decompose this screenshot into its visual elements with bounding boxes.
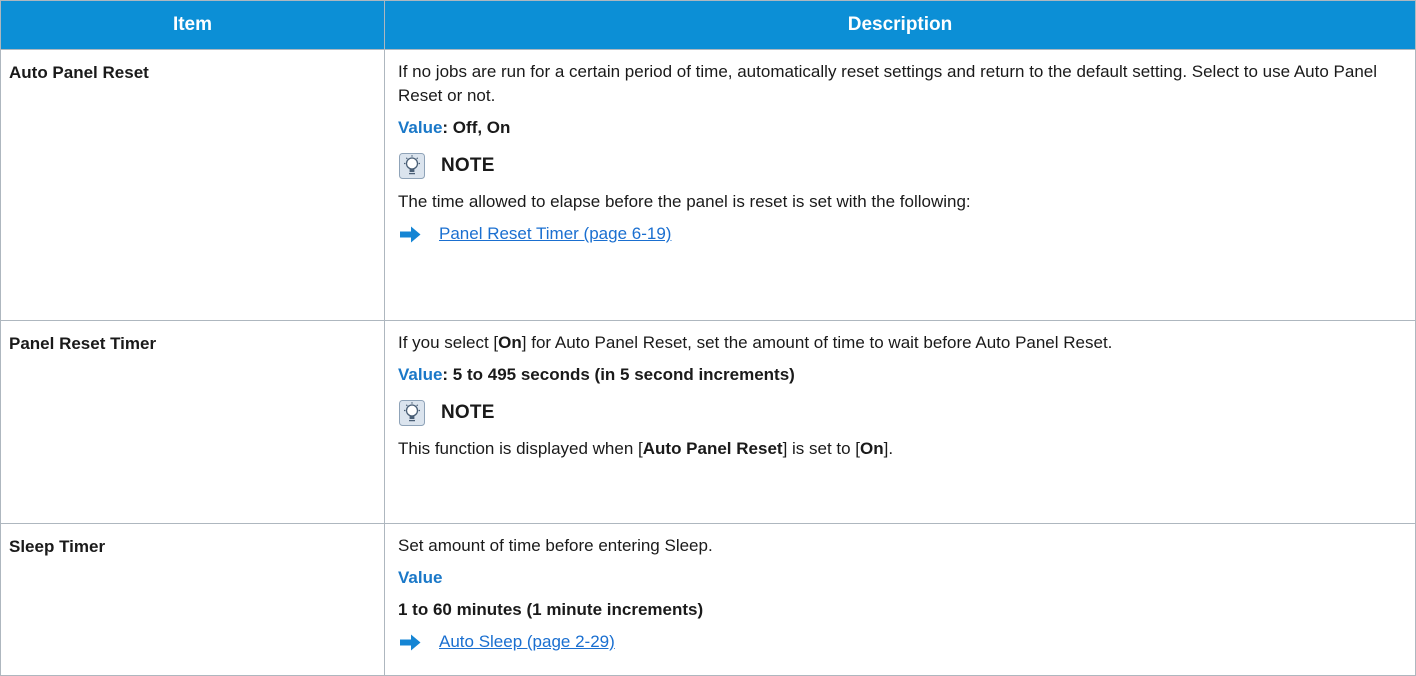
description-column-header: Description <box>384 0 1416 50</box>
note-title: NOTE <box>441 402 495 423</box>
lightbulb-note-icon <box>399 400 425 426</box>
auto-sleep-link[interactable]: Auto Sleep (page 2-29) <box>439 630 615 654</box>
description-cell: If no jobs are run for a certain period … <box>384 49 1416 321</box>
value-text: 1 to 60 minutes (1 minute increments) <box>398 600 704 619</box>
text-part: If you select [ <box>398 333 499 352</box>
table-row: Auto Panel Reset If no jobs are run for … <box>0 49 1416 321</box>
text-part: ] is set to [ <box>782 439 861 458</box>
lightbulb-note-icon <box>399 153 425 179</box>
description-text: If you select [On] for Auto Panel Reset,… <box>398 331 1385 355</box>
value-label: Value <box>398 118 443 137</box>
panel-reset-timer-link[interactable]: Panel Reset Timer (page 6-19) <box>439 222 671 246</box>
value-line: Value: 5 to 495 seconds (in 5 second inc… <box>398 363 1385 387</box>
item-name: Panel Reset Timer <box>0 320 385 524</box>
right-arrow-icon <box>400 634 421 650</box>
note-heading: NOTE <box>399 152 1385 180</box>
reference-line: Panel Reset Timer (page 6-19) <box>398 222 1385 246</box>
value-text: : 5 to 495 seconds (in 5 second incremen… <box>442 365 795 384</box>
value-label: Value <box>398 568 443 587</box>
reference-line: Auto Sleep (page 2-29) <box>398 630 1385 654</box>
item-name: Auto Panel Reset <box>0 49 385 321</box>
value-line: Value: Off, On <box>398 116 1385 140</box>
description-text: If no jobs are run for a certain period … <box>398 62 1378 105</box>
value-label: Value <box>398 365 443 384</box>
description-cell: If you select [On] for Auto Panel Reset,… <box>384 320 1416 524</box>
text-part-bold: On <box>860 439 884 458</box>
text-part: ]. <box>883 439 894 458</box>
value-heading: Value <box>398 566 1385 590</box>
item-name: Sleep Timer <box>0 523 385 676</box>
note-text: The time allowed to elapse before the pa… <box>398 192 971 211</box>
note-title: NOTE <box>441 155 495 176</box>
note-heading: NOTE <box>399 399 1385 427</box>
text-part: ] for Auto Panel Reset, set the amount o… <box>521 333 1113 352</box>
table-header-row: Item Description <box>0 0 1416 50</box>
note-text: This function is displayed when [Auto Pa… <box>398 437 1385 461</box>
text-part-bold: On <box>498 333 522 352</box>
right-arrow-icon <box>400 226 421 242</box>
text-part: This function is displayed when [ <box>398 439 643 458</box>
item-column-header: Item <box>0 0 385 50</box>
description-cell: Set amount of time before entering Sleep… <box>384 523 1416 676</box>
table-row: Panel Reset Timer If you select [On] for… <box>0 320 1416 524</box>
text-part-bold: Auto Panel Reset <box>642 439 783 458</box>
description-text: Set amount of time before entering Sleep… <box>398 536 713 555</box>
settings-table: Item Description Auto Panel Reset If no … <box>0 0 1416 676</box>
value-text: : Off, On <box>442 118 511 137</box>
table-row: Sleep Timer Set amount of time before en… <box>0 523 1416 676</box>
